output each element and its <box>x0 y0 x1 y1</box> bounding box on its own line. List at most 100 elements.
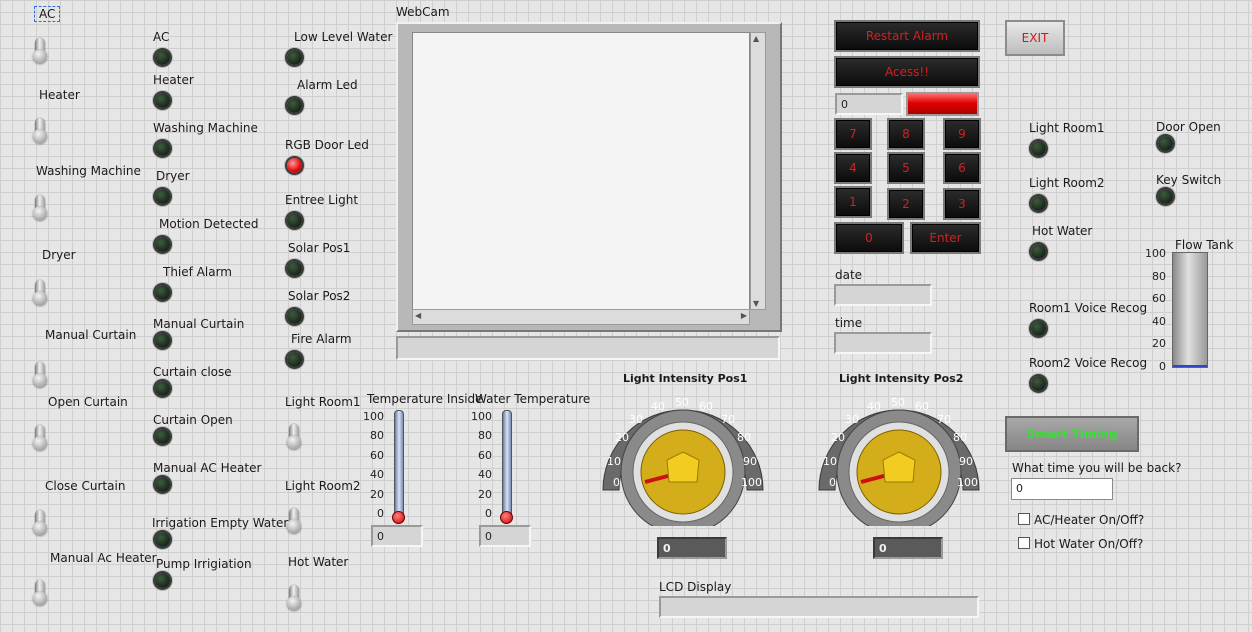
led-curtain-close <box>155 381 170 396</box>
keypad-enter[interactable]: Enter <box>910 222 981 254</box>
keypad-7[interactable]: 7 <box>834 118 872 150</box>
manual-curtain-switch[interactable] <box>32 362 48 392</box>
webcam-vertical-scrollbar[interactable]: ▲ ▼ <box>750 32 766 310</box>
light-intensity-pos1-gauge[interactable]: 0 10 20 30 40 50 60 70 80 90 100 <box>597 386 769 526</box>
keypad-9[interactable]: 9 <box>943 118 981 150</box>
light-room1-switch[interactable] <box>286 424 302 454</box>
gauge2-tick-0: 0 <box>829 476 836 489</box>
dryer-switch-label: Dryer <box>42 248 76 262</box>
keypad-8[interactable]: 8 <box>887 118 925 150</box>
keypad-4[interactable]: 4 <box>834 152 872 184</box>
ac-switch-label: AC <box>34 6 61 22</box>
led-label-door-open: Door Open <box>1156 120 1221 134</box>
led-label-dryer: Dryer <box>156 169 190 183</box>
led-light-room1 <box>1031 141 1046 156</box>
open-curtain-switch-label: Open Curtain <box>48 395 128 409</box>
thermo2-tick: 60 <box>478 449 492 462</box>
ac-switch[interactable] <box>32 38 48 68</box>
led-label-curtain-open: Curtain Open <box>153 413 233 427</box>
gauge2-tick-10: 10 <box>823 455 837 468</box>
temperature-inside-label: Temperature Inside <box>367 392 483 406</box>
led-room1-voice-recog <box>1031 321 1046 336</box>
keypad-5[interactable]: 5 <box>887 152 925 184</box>
led-label-room1-voice-recog: Room1 Voice Recog <box>1029 301 1148 315</box>
heater-switch[interactable] <box>32 118 48 148</box>
manual-ac-heater-switch-label: Manual Ac Heater <box>50 551 157 565</box>
flow-tick: 40 <box>1152 315 1166 328</box>
led-label-room2-voice-recog: Room2 Voice Recog <box>1029 356 1148 370</box>
hot-water-switch[interactable] <box>286 585 302 615</box>
led-label-entree-light: Entree Light <box>285 193 359 207</box>
led-solar-pos2 <box>287 309 302 324</box>
gauge1-tick-60: 60 <box>699 400 713 413</box>
access-button[interactable]: Acess!! <box>834 56 980 88</box>
alarm-status-indicator <box>906 92 979 116</box>
led-manual-ac-heater <box>155 477 170 492</box>
gauge1-tick-10: 10 <box>607 455 621 468</box>
temperature-inside-bulb <box>392 511 405 524</box>
scroll-left-arrow-icon[interactable]: ◀ <box>415 311 421 320</box>
temperature-inside-tube <box>394 410 404 520</box>
led-rgb-door-led <box>287 158 302 173</box>
water-temperature-tube <box>502 410 512 520</box>
led-label-motion-detected: Motion Detected <box>159 217 259 231</box>
flow-tank-label: Flow Tank <box>1175 238 1234 252</box>
close-curtain-switch[interactable] <box>32 510 48 540</box>
gauge1-tick-50: 50 <box>675 396 689 409</box>
gauge1-tick-100: 100 <box>741 476 762 489</box>
scroll-right-arrow-icon[interactable]: ▶ <box>741 311 747 320</box>
led-label-hot-water: Hot Water <box>1032 224 1093 238</box>
keypad-6[interactable]: 6 <box>943 152 981 184</box>
return-time-question: What time you will be back? <box>1012 461 1182 475</box>
thermo1-tick: 100 <box>363 410 384 423</box>
gauge2-tick-80: 80 <box>953 431 967 444</box>
scroll-down-arrow-icon[interactable]: ▼ <box>753 299 759 308</box>
gauge1-tick-0: 0 <box>613 476 620 489</box>
led-solar-pos1 <box>287 261 302 276</box>
led-label-pump-irrigiation: Pump Irrigiation <box>156 557 252 571</box>
keypad-3[interactable]: 3 <box>943 188 981 220</box>
led-pump-irrigiation <box>155 573 170 588</box>
close-curtain-switch-label: Close Curtain <box>45 479 126 493</box>
flow-tick: 100 <box>1145 247 1166 260</box>
light-room2-switch[interactable] <box>286 508 302 538</box>
gauge2-tick-60: 60 <box>915 400 929 413</box>
code-input[interactable]: 0 <box>835 93 903 115</box>
led-label-fire-alarm: Fire Alarm <box>291 332 352 346</box>
open-curtain-switch[interactable] <box>32 425 48 455</box>
led-label-rgb-door-led: RGB Door Led <box>285 138 369 152</box>
ac-heater-checkbox[interactable] <box>1018 513 1030 525</box>
led-label-thief-alarm: Thief Alarm <box>163 265 232 279</box>
light-intensity-pos2-value: 0 <box>873 537 943 559</box>
keypad-0[interactable]: 0 <box>834 222 904 254</box>
smart-timing-button[interactable]: Smart Timing <box>1005 416 1139 452</box>
manual-ac-heater-switch[interactable] <box>32 580 48 610</box>
scroll-up-arrow-icon[interactable]: ▲ <box>753 34 759 43</box>
exit-button[interactable]: EXIT <box>1005 20 1065 56</box>
dryer-switch[interactable] <box>32 280 48 310</box>
led-curtain-open <box>155 429 170 444</box>
led-irrigation-empty-water <box>155 532 170 547</box>
restart-alarm-button[interactable]: Restart Alarm <box>834 20 980 52</box>
hot-water-checkbox[interactable] <box>1018 537 1030 549</box>
led-label-alarm-led: Alarm Led <box>297 78 358 92</box>
gauge2-tick-70: 70 <box>937 413 951 426</box>
webcam-horizontal-scrollbar[interactable]: ◀ ▶ <box>412 309 750 325</box>
led-dryer <box>155 189 170 204</box>
keypad-2[interactable]: 2 <box>887 188 925 220</box>
washing-machine-switch[interactable] <box>32 195 48 225</box>
heater-switch-label: Heater <box>39 88 80 102</box>
led-label-solar-pos1: Solar Pos1 <box>288 241 351 255</box>
return-time-input[interactable]: 0 <box>1011 478 1113 500</box>
gauge1-tick-20: 20 <box>615 431 629 444</box>
light-intensity-pos2-gauge[interactable]: 0 10 20 30 40 50 60 70 80 90 100 <box>813 386 985 526</box>
led-washing-machine <box>155 141 170 156</box>
keypad-1[interactable]: 1 <box>834 186 872 218</box>
light-room1-switch-label: Light Room1 <box>285 395 361 409</box>
led-heater <box>155 93 170 108</box>
thermo1-tick: 20 <box>370 488 384 501</box>
thermo1-tick: 80 <box>370 429 384 442</box>
thermo1-tick: 40 <box>370 468 384 481</box>
led-light-room2 <box>1031 196 1046 211</box>
time-display <box>834 332 932 354</box>
